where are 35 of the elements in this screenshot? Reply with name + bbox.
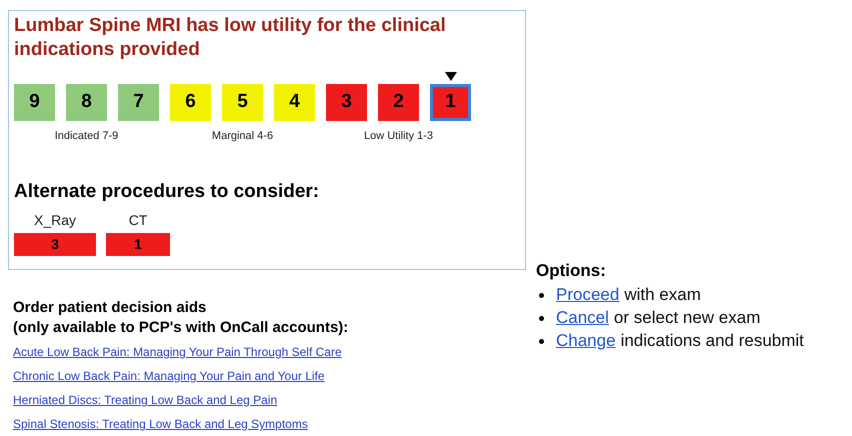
option-text: with exam [624,284,701,306]
score-tile: 6 [170,84,211,121]
bullet-icon [539,316,544,320]
result-title: Lumbar Spine MRI has low utility for the clinical indications provided [14,14,447,62]
score-tile: 9 [14,84,55,121]
procedure-name: CT [128,211,148,230]
score-tile: 3 [326,84,367,121]
bullet-icon [539,338,544,344]
decision-aid-link[interactable]: Chronic Low Back Pain: Managing Your Pain and Your Life [13,367,325,385]
range-label: Indicated 7-9 [54,129,118,144]
option-link[interactable]: Proceed [556,282,620,308]
decision-aids-subheading: (only available to PCP's with OnCall accounts): [13,318,350,338]
options-heading: Options: [536,260,607,282]
procedure-name: X_Ray [33,211,78,230]
procedure-score: 3 [14,233,96,256]
score-tile: 1 [430,84,471,121]
bullet-icon [539,292,544,298]
option-link[interactable]: Change [556,328,616,354]
decision-aids-heading: Order patient decision aids [13,298,208,318]
option-text: or select new exam [614,307,760,330]
option-text: indications and resubmit [620,330,804,352]
score-tile: 2 [378,84,419,121]
decision-aid-link[interactable]: Acute Low Back Pain: Managing Your Pain Through Self Care [13,343,342,361]
range-label: Marginal 4-6 [212,129,274,144]
score-tile: 8 [66,84,107,121]
pointer-icon [444,72,456,81]
score-tile: 4 [274,84,315,121]
decision-aid-link[interactable]: Spinal Stenosis: Treating Low Back and Leg Symptoms [13,415,308,433]
range-label: Low Utility 1-3 [364,129,434,144]
score-tile: 5 [222,84,263,121]
procedure-score: 1 [106,233,170,256]
score-tile: 7 [118,84,159,121]
alternates-heading: Alternate procedures to consider: [14,180,320,204]
option-link[interactable]: Cancel [556,305,609,331]
decision-aid-link[interactable]: Herniated Discs: Treating Low Back and Leg Pain [13,391,278,409]
